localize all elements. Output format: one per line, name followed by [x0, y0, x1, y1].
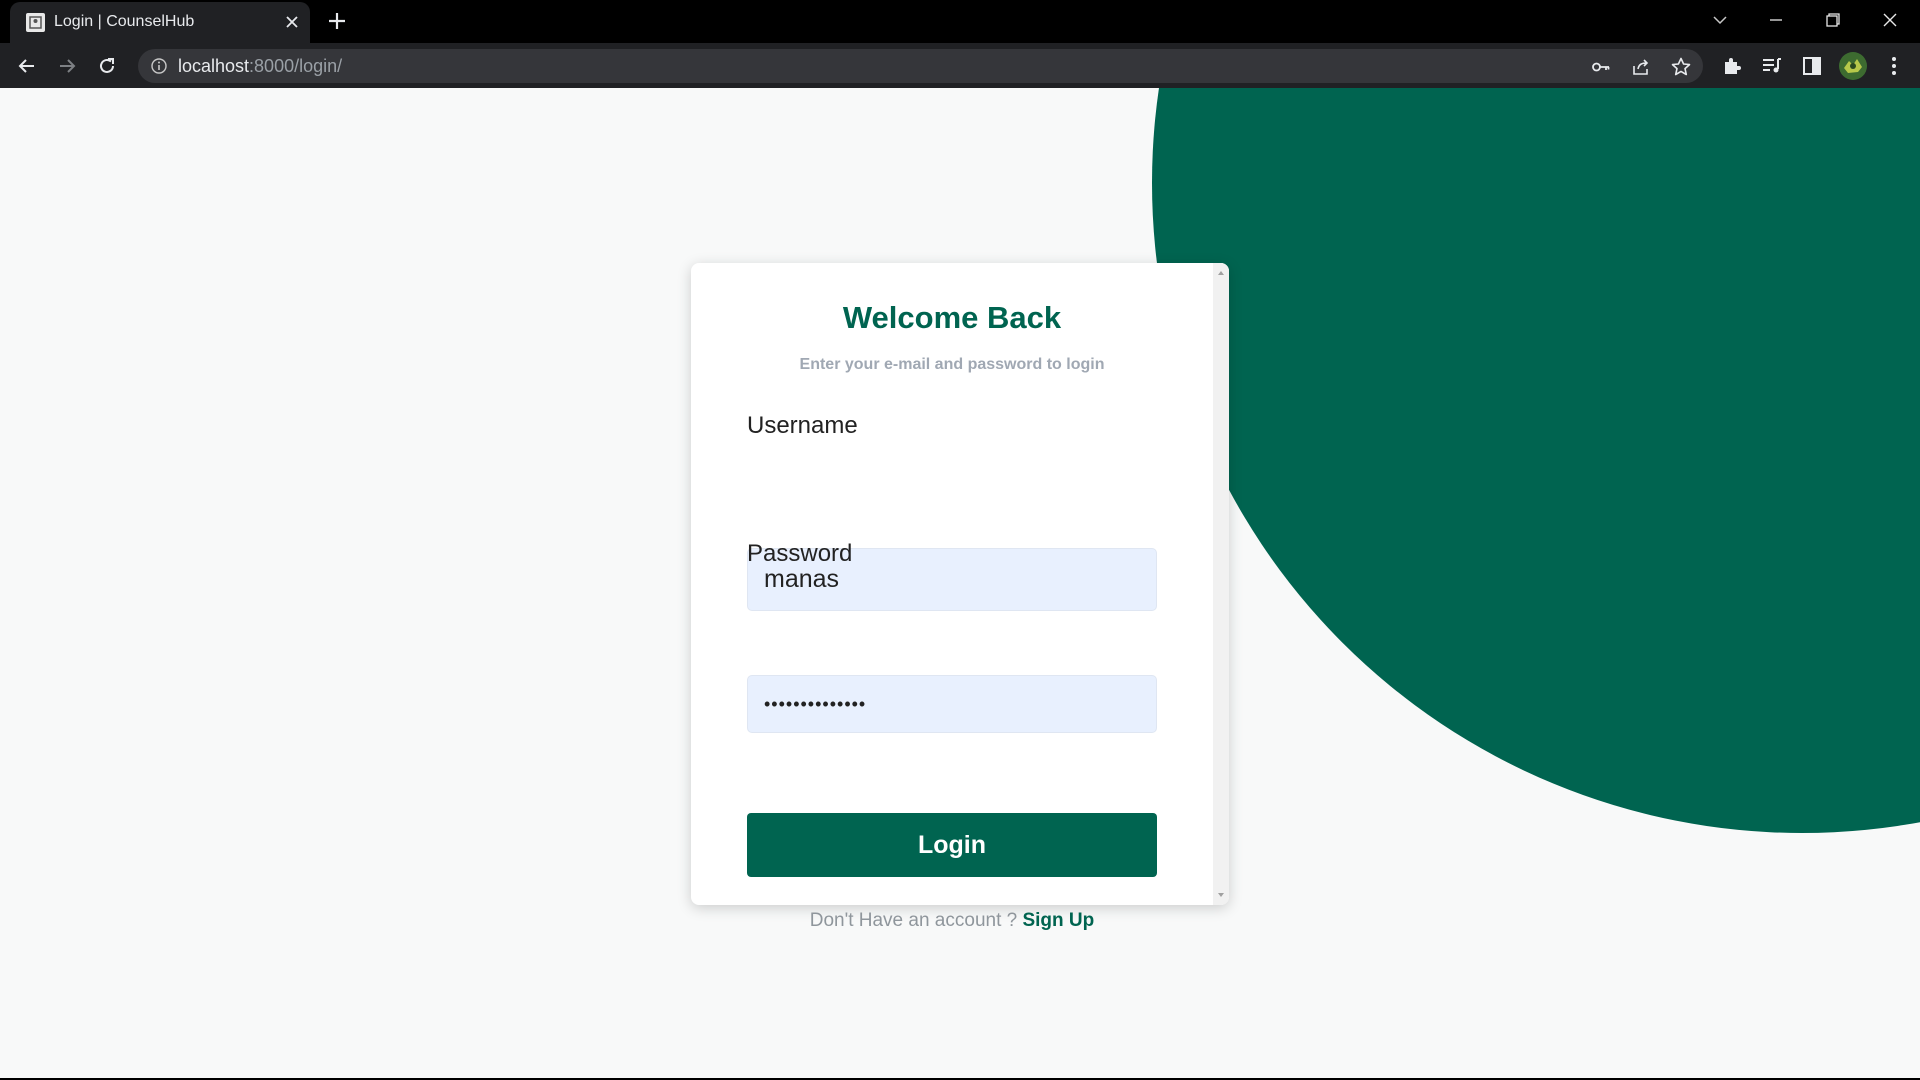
- back-arrow-icon[interactable]: [14, 53, 40, 79]
- card-scrollbar[interactable]: [1213, 263, 1229, 905]
- scroll-up-arrow-icon[interactable]: [1218, 271, 1224, 275]
- close-window-icon[interactable]: [1878, 8, 1902, 32]
- restore-icon[interactable]: [1821, 8, 1845, 32]
- site-info-icon[interactable]: [150, 57, 168, 75]
- side-panel-icon[interactable]: [1800, 54, 1824, 78]
- password-input[interactable]: [747, 675, 1157, 733]
- tab-search-chevron-icon[interactable]: [1708, 8, 1732, 32]
- signup-prompt-text: Don't Have an account ?: [809, 910, 1018, 931]
- tab-title: Login | CounselHub: [54, 13, 195, 30]
- signup-link[interactable]: Sign Up: [1022, 910, 1094, 931]
- media-queue-icon[interactable]: [1760, 54, 1784, 78]
- address-bar[interactable]: localhost:8000/login/: [138, 49, 1703, 83]
- close-tab-icon[interactable]: [282, 12, 302, 32]
- page-viewport: Welcome Back Enter your e-mail and passw…: [0, 88, 1920, 1078]
- reload-icon[interactable]: [94, 53, 120, 79]
- login-button[interactable]: Login: [747, 813, 1157, 877]
- browser-toolbar: localhost:8000/login/: [0, 43, 1920, 88]
- more-options-icon[interactable]: [1882, 54, 1906, 78]
- decorative-circle: [1152, 88, 1920, 833]
- forward-arrow-icon[interactable]: [54, 53, 80, 79]
- bookmark-star-icon[interactable]: [1670, 56, 1692, 78]
- signup-prompt: Don't Have an account ? Sign Up: [691, 910, 1213, 932]
- url-text: localhost:8000/login/: [178, 56, 343, 76]
- login-card: Welcome Back Enter your e-mail and passw…: [691, 263, 1229, 931]
- key-icon[interactable]: [1590, 56, 1612, 78]
- tab-strip: Login | CounselHub: [0, 0, 1920, 43]
- username-label: Username: [747, 412, 858, 439]
- page-title: Welcome Back: [842, 300, 1062, 335]
- profile-avatar[interactable]: [1839, 52, 1867, 80]
- minimize-icon[interactable]: [1764, 8, 1788, 32]
- password-label: Password: [747, 540, 853, 567]
- browser-tab[interactable]: Login | CounselHub: [10, 2, 310, 43]
- share-icon[interactable]: [1630, 56, 1652, 78]
- scroll-down-arrow-icon[interactable]: [1218, 893, 1224, 897]
- extensions-puzzle-icon[interactable]: [1720, 54, 1744, 78]
- new-tab-icon[interactable]: [326, 10, 348, 32]
- login-subtitle: Enter your e-mail and password to login: [799, 356, 1105, 373]
- favicon-icon: [26, 13, 45, 32]
